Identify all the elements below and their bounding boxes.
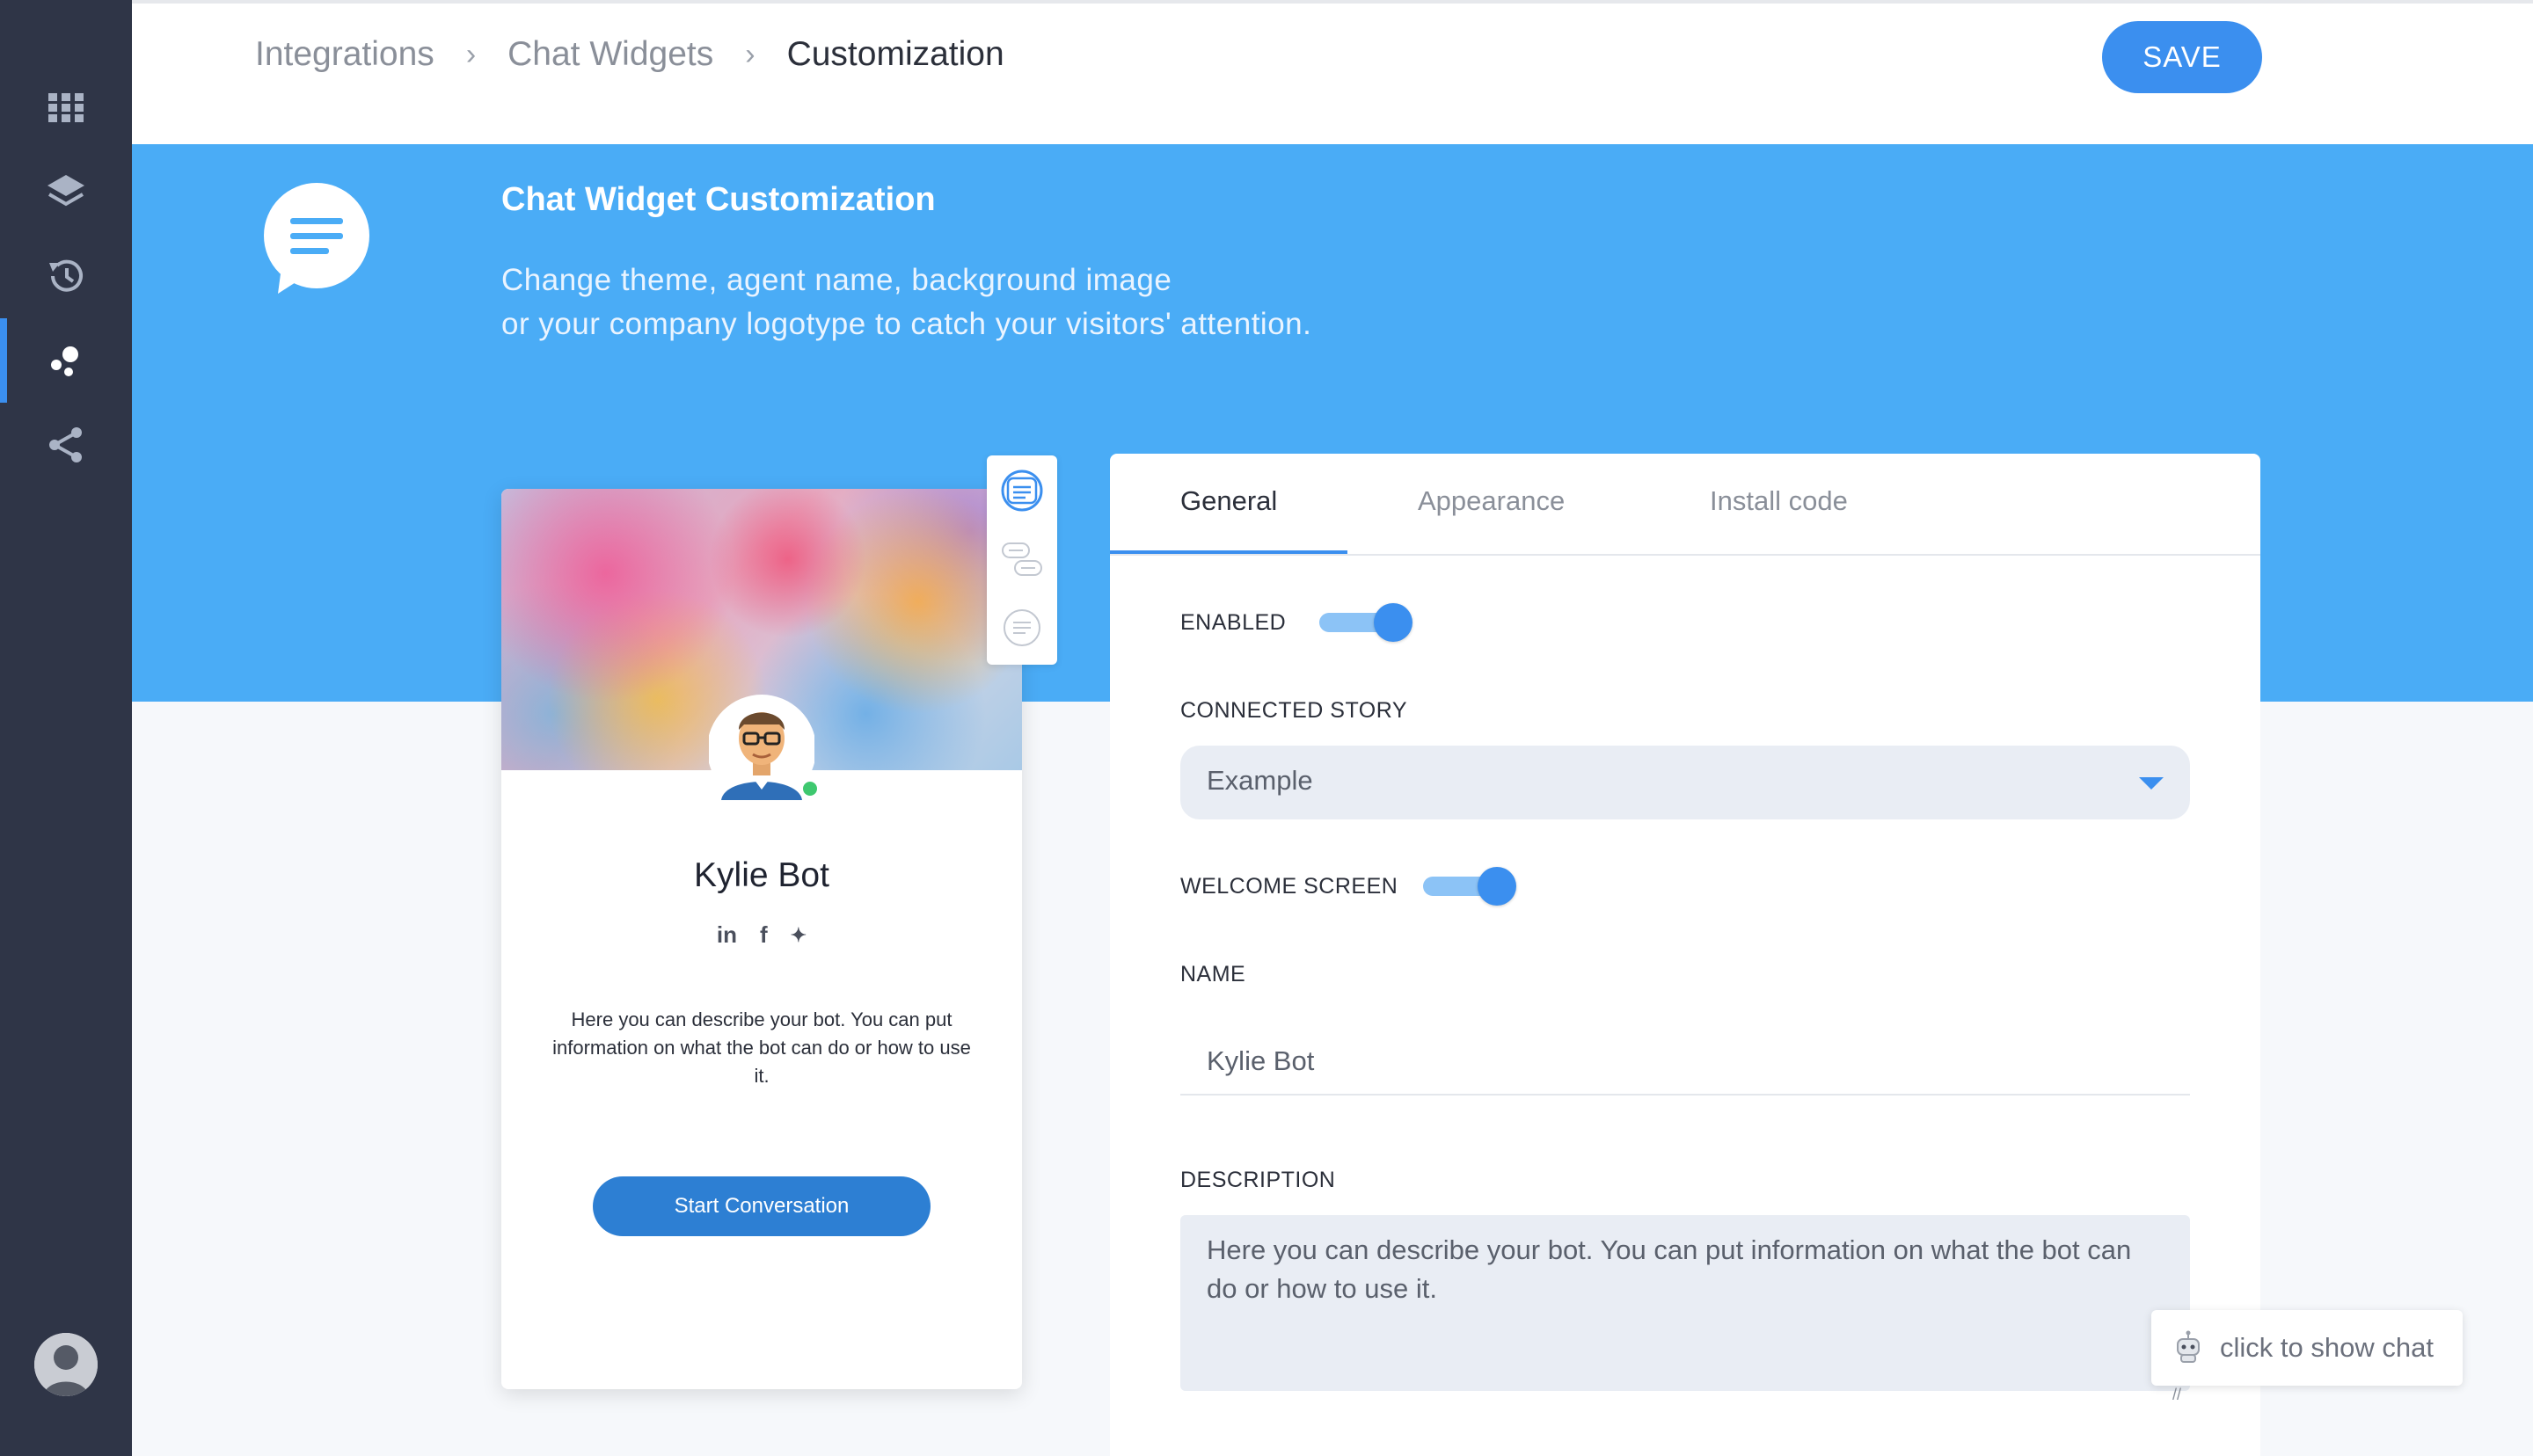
breadcrumb-customization: Customization xyxy=(786,35,1004,73)
enabled-label: ENABLED xyxy=(1180,610,1287,635)
grid-icon xyxy=(48,93,84,122)
widget-preview: Kylie Bot in f ✦ Here you can describe y… xyxy=(501,489,1022,1389)
avatar[interactable] xyxy=(34,1333,98,1396)
online-status-dot xyxy=(800,779,820,798)
breadcrumb-chat-widgets[interactable]: Chat Widgets xyxy=(507,35,713,74)
sidebar xyxy=(0,0,132,1456)
hero-description: Change theme, agent name, background ima… xyxy=(501,258,1311,346)
connected-story-select[interactable]: Example xyxy=(1180,746,2190,819)
start-conversation-button[interactable]: Start Conversation xyxy=(593,1176,931,1236)
layout-switcher xyxy=(987,455,1057,665)
tabs: General Appearance Install code xyxy=(1110,454,2260,556)
sidebar-item-history[interactable] xyxy=(0,234,132,318)
toggle-knob xyxy=(1478,867,1516,906)
enabled-toggle[interactable] xyxy=(1319,603,1412,642)
sidebar-item-share[interactable] xyxy=(0,403,132,487)
chat-bubble-icon xyxy=(264,183,369,294)
layout-full-icon[interactable] xyxy=(999,468,1045,513)
user-avatar-icon xyxy=(34,1333,98,1396)
settings-panel: General Appearance Install code ENABLED … xyxy=(1110,454,2260,1456)
save-button[interactable]: SAVE xyxy=(2102,21,2262,93)
sidebar-item-integrations[interactable] xyxy=(0,318,132,403)
name-field[interactable] xyxy=(1180,1029,2190,1096)
description-field[interactable]: Here you can describe your bot. You can … xyxy=(1180,1215,2190,1391)
sidebar-item-stories[interactable] xyxy=(0,149,132,234)
chat-launcher[interactable]: click to show chat xyxy=(2151,1310,2463,1386)
layout-single-bubble-icon[interactable] xyxy=(999,605,1045,651)
share-icon xyxy=(49,427,82,462)
chevron-right-icon: › xyxy=(465,37,477,71)
caret-down-icon xyxy=(2139,777,2164,790)
description-label: DESCRIPTION xyxy=(1180,1168,1336,1192)
welcome-screen-toggle[interactable] xyxy=(1423,867,1516,906)
layout-bubbles-icon[interactable] xyxy=(999,536,1045,582)
resize-handle-icon[interactable]: // xyxy=(2172,1386,2181,1404)
tab-general[interactable]: General xyxy=(1180,485,1277,517)
breadcrumb-integrations[interactable]: Integrations xyxy=(255,35,434,74)
active-tab-indicator xyxy=(1110,550,1347,554)
bot-avatar xyxy=(709,695,814,804)
connected-story-label: CONNECTED STORY xyxy=(1180,698,1408,723)
history-icon xyxy=(49,259,83,292)
sidebar-item-apps[interactable] xyxy=(0,65,132,149)
topbar: Integrations › Chat Widgets › Customizat… xyxy=(132,0,2533,144)
twitter-icon[interactable]: ✦ xyxy=(791,924,807,947)
bot-name: Kylie Bot xyxy=(694,856,829,894)
toggle-knob xyxy=(1374,603,1412,642)
layers-icon xyxy=(47,175,84,207)
linkedin-icon[interactable]: in xyxy=(717,921,737,949)
chat-launcher-label: click to show chat xyxy=(2220,1332,2434,1363)
tab-appearance[interactable]: Appearance xyxy=(1418,485,1565,517)
breadcrumb: Integrations › Chat Widgets › Customizat… xyxy=(255,35,1004,74)
page-title: Chat Widget Customization xyxy=(501,181,936,218)
connected-story-value: Example xyxy=(1207,765,1313,796)
name-label: NAME xyxy=(1180,962,1246,986)
bubbles-icon xyxy=(51,346,78,376)
bot-description: Here you can describe your bot. You can … xyxy=(552,1008,971,1087)
hero-description-line1: Change theme, agent name, background ima… xyxy=(501,263,1172,297)
welcome-screen-label: WELCOME SCREEN xyxy=(1180,874,1398,899)
tab-install-code[interactable]: Install code xyxy=(1710,485,1848,517)
chevron-right-icon: › xyxy=(745,37,756,71)
robot-icon xyxy=(2177,1330,2200,1363)
hero-description-line2: or your company logotype to catch your v… xyxy=(501,307,1312,341)
facebook-icon[interactable]: f xyxy=(760,921,768,949)
social-links: in f ✦ xyxy=(501,921,1022,949)
